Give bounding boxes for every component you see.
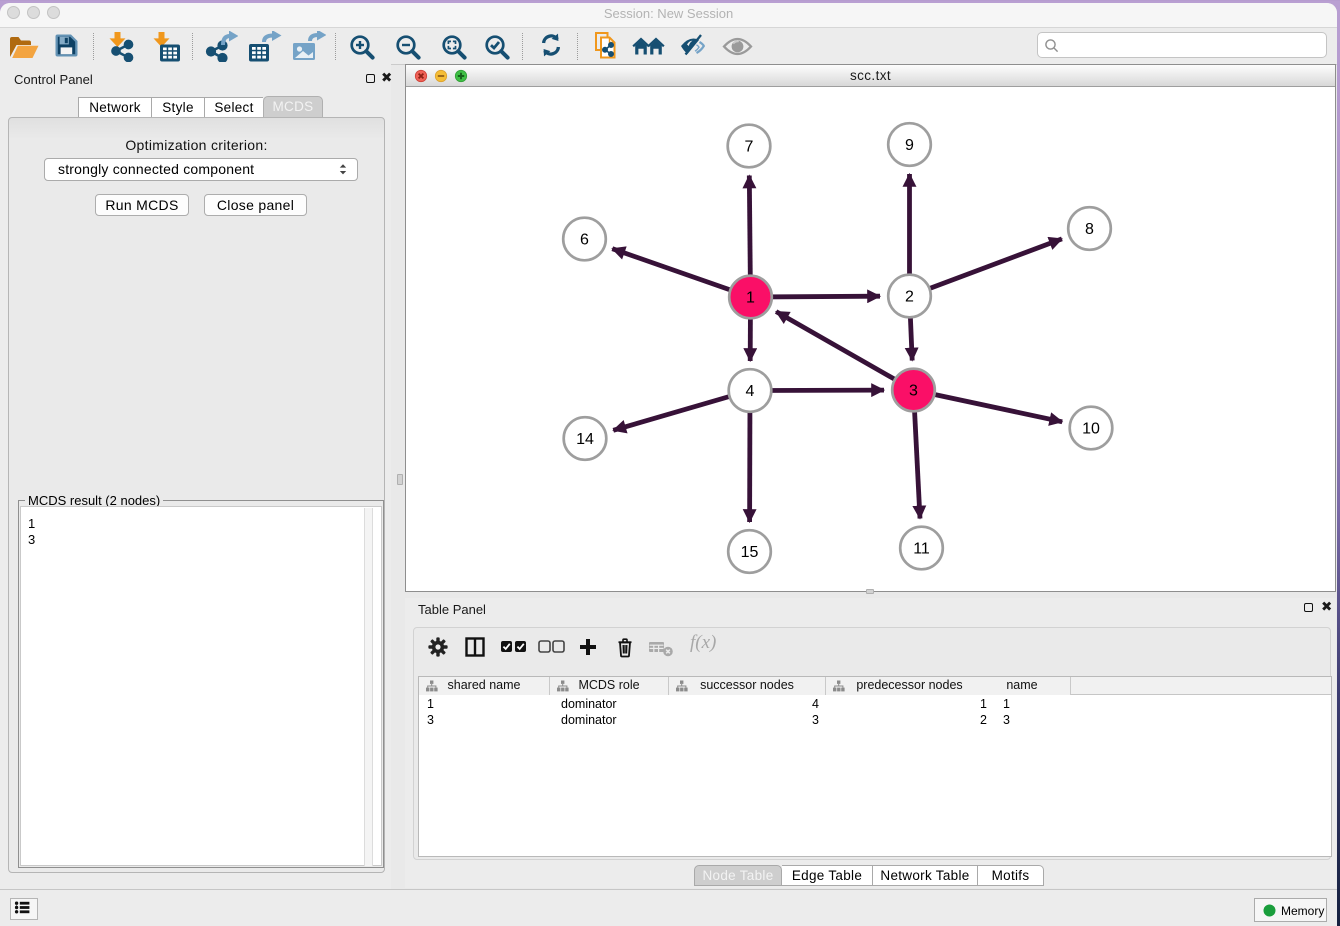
svg-text:4: 4	[746, 383, 755, 400]
svg-text:6: 6	[580, 232, 589, 249]
svg-text:14: 14	[576, 431, 594, 448]
svg-text:15: 15	[741, 544, 759, 561]
svg-text:9: 9	[905, 137, 914, 154]
svg-text:2: 2	[905, 289, 914, 306]
svg-text:8: 8	[1085, 221, 1094, 238]
svg-text:7: 7	[745, 139, 754, 156]
svg-text:1: 1	[746, 290, 755, 307]
svg-text:11: 11	[913, 541, 930, 558]
svg-text:10: 10	[1082, 421, 1100, 438]
svg-text:3: 3	[909, 383, 918, 400]
